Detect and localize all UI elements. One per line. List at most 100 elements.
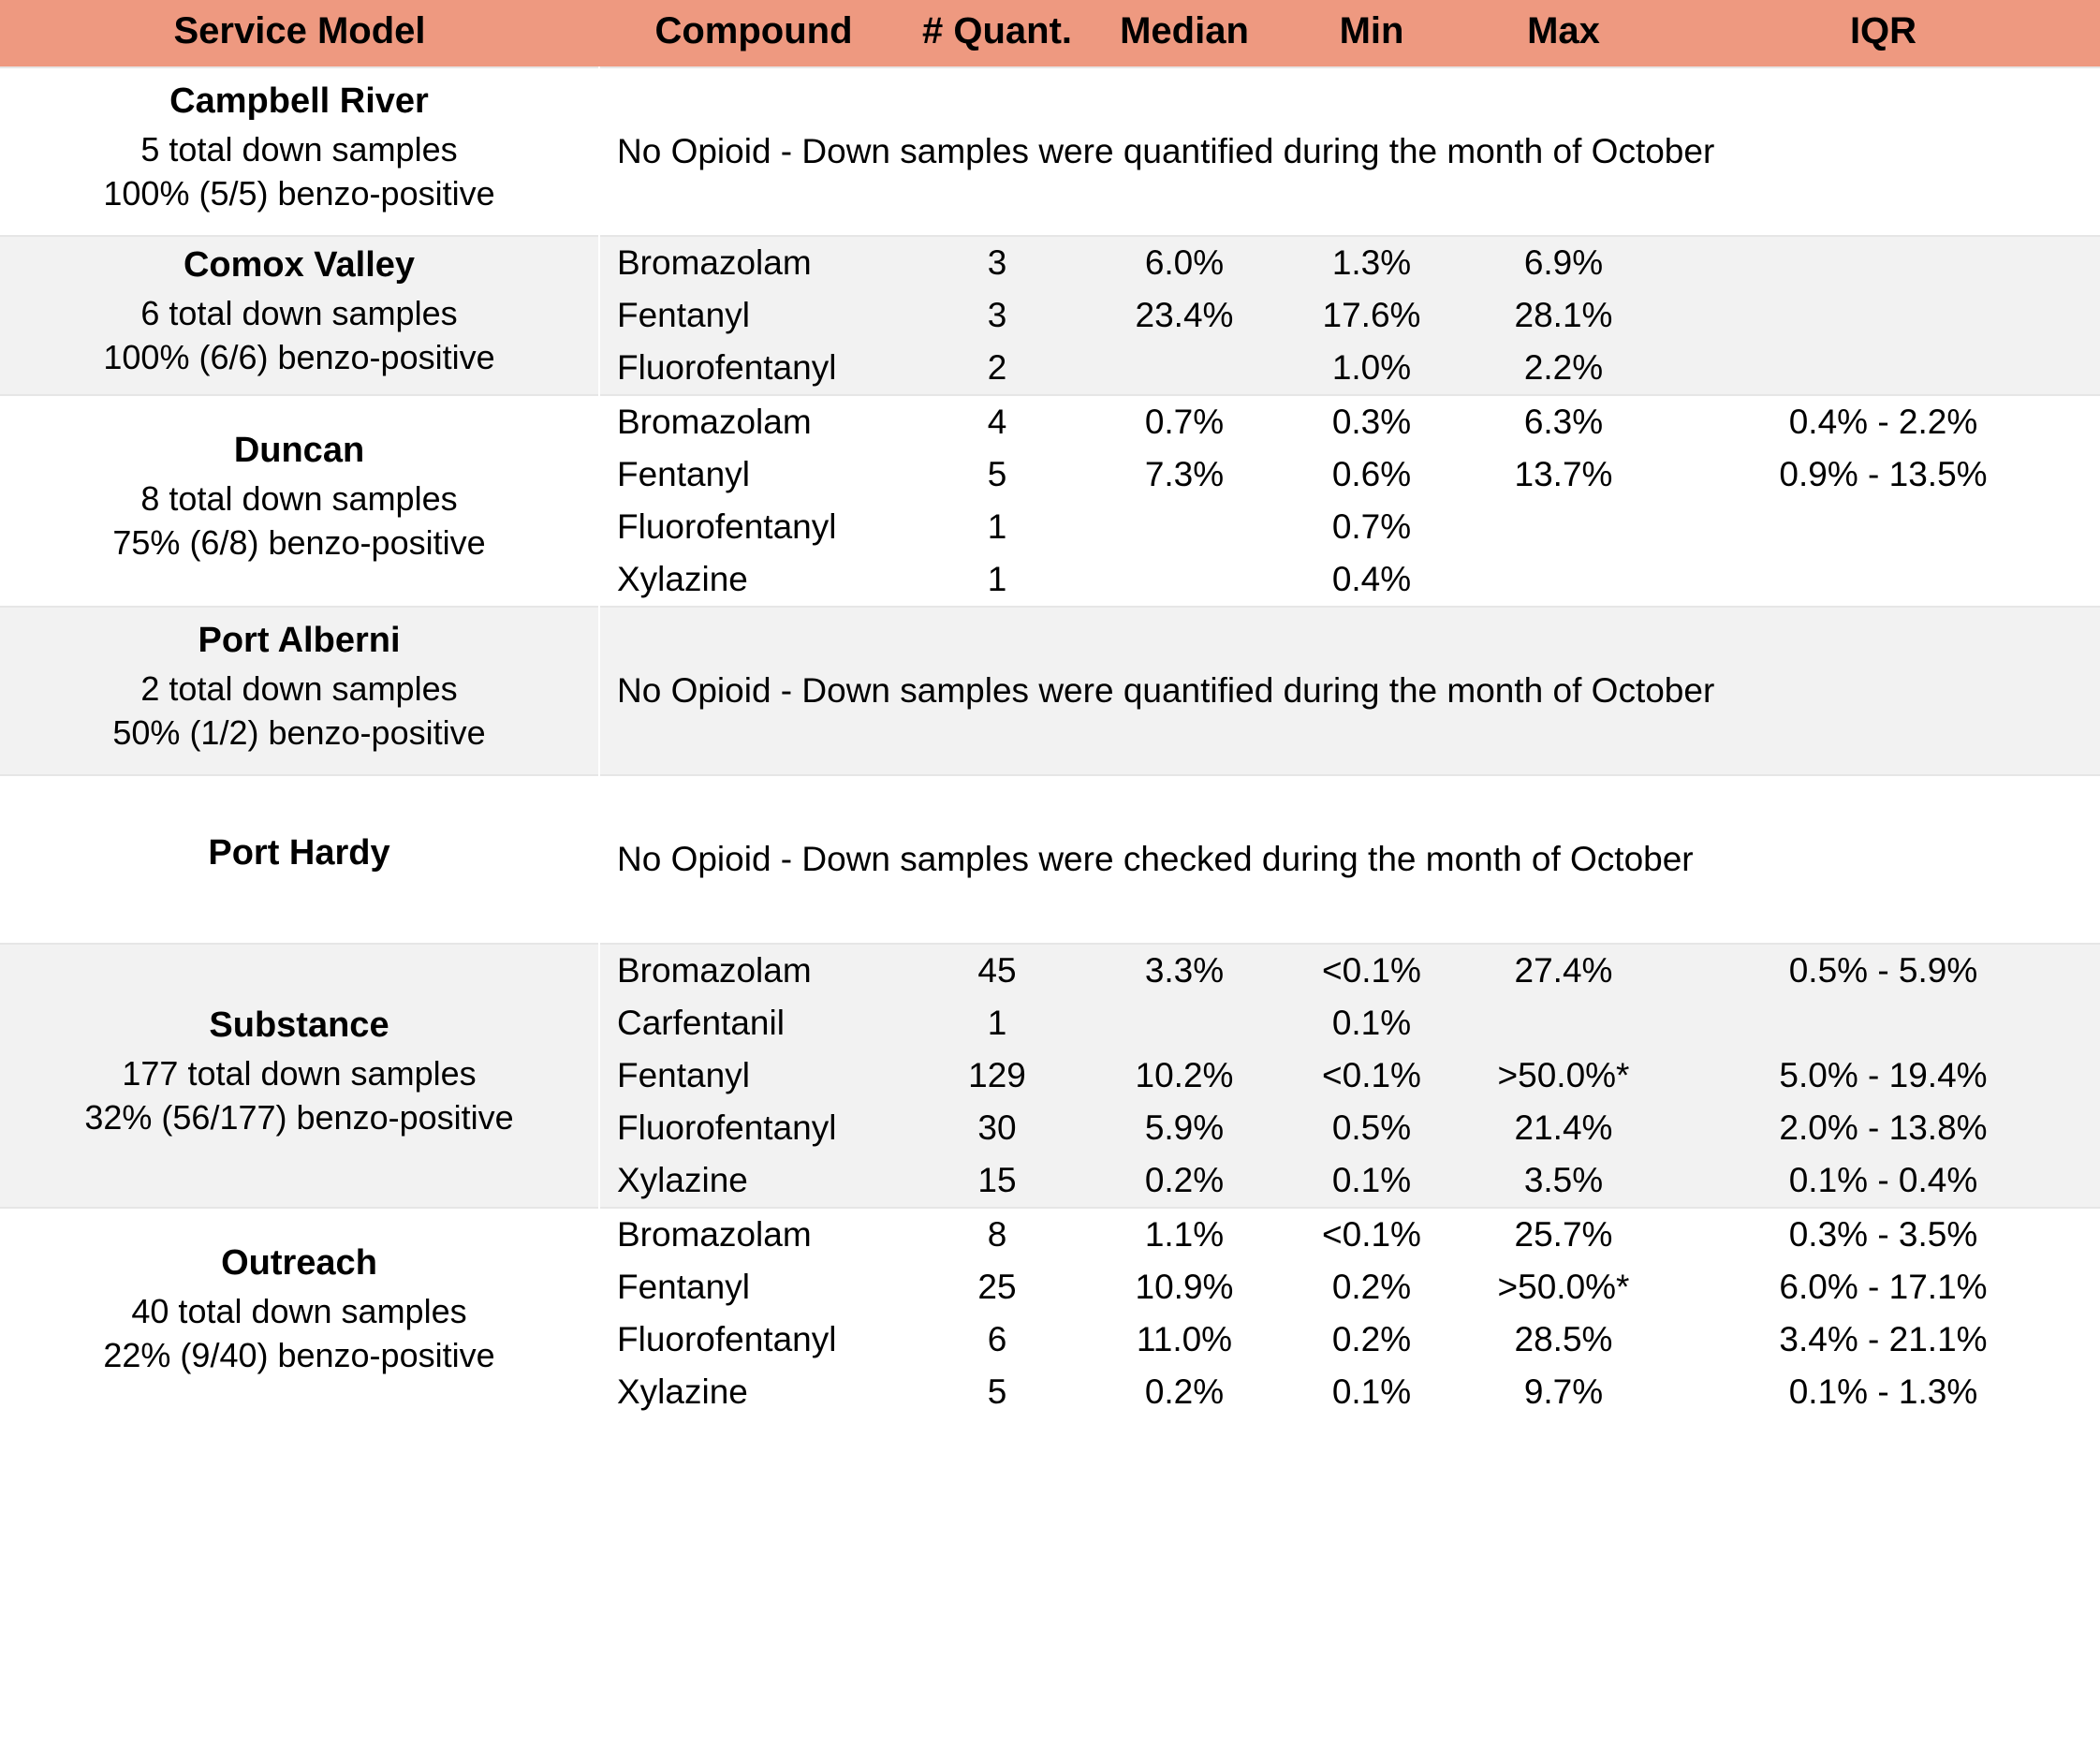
median-value: 10.2% [1086, 1049, 1283, 1102]
min-value: 1.0% [1283, 342, 1461, 395]
compound-name: Fentanyl [599, 1261, 908, 1313]
service-model-name: Port Hardy [208, 833, 390, 873]
iqr-value: 5.0% - 19.4% [1667, 1049, 2100, 1102]
min-value: <0.1% [1283, 1207, 1461, 1261]
median-value: 0.7% [1086, 394, 1283, 448]
iqr-value [1667, 553, 2100, 607]
min-value: 0.1% [1283, 997, 1461, 1049]
median-value: 1.1% [1086, 1207, 1283, 1261]
service-model-benzo-positive: 75% (6/8) benzo-positive [112, 522, 486, 562]
compound-name: Fluorofentanyl [599, 501, 908, 553]
service-model-cell: Comox Valley 6 total down samples 100% (6/… [0, 235, 600, 395]
compound-name: Fentanyl [599, 448, 908, 501]
median-value: 3.3% [1086, 943, 1283, 997]
service-model-benzo-positive: 50% (1/2) benzo-positive [112, 712, 486, 752]
service-model-cell: Duncan 8 total down samples 75% (6/8) benz… [0, 394, 600, 607]
service-model-total-samples: 8 total down samples [140, 478, 458, 518]
service-model-total-samples: 2 total down samples [140, 668, 458, 708]
table-header-row: Service Model Compound # Quant. Median M… [0, 0, 2100, 67]
min-value: 17.6% [1283, 289, 1461, 342]
service-model-cell: Port Alberni 2 total down samples 50% (1/2… [0, 606, 600, 775]
n-quant-value: 129 [908, 1049, 1086, 1102]
service-model-name: Port Alberni [198, 621, 401, 661]
n-quant-value: 1 [908, 553, 1086, 607]
service-model-benzo-positive: 32% (56/177) benzo-positive [84, 1097, 514, 1137]
compound-name: Xylazine [599, 553, 908, 607]
service-model-name: Outreach [221, 1243, 377, 1284]
max-value: 2.2% [1461, 342, 1667, 395]
compound-name: Fluorofentanyl [599, 1313, 908, 1366]
n-quant-value: 2 [908, 342, 1086, 395]
column-header-compound: Compound [599, 0, 908, 67]
median-value: 10.9% [1086, 1261, 1283, 1313]
column-header-median: Median [1086, 0, 1283, 67]
n-quant-value: 5 [908, 1366, 1086, 1418]
column-header-service-model: Service Model [0, 0, 599, 67]
iqr-value: 0.5% - 5.9% [1667, 943, 2100, 997]
table-row: Outreach 40 total down samples 22% (9/40) … [0, 1207, 2100, 1418]
table-row: Port Hardy No Opioid - Down samples were … [0, 774, 2100, 944]
service-model-total-samples: 6 total down samples [140, 293, 458, 332]
column-header-n-quant: # Quant. [908, 0, 1086, 67]
compound-name: Xylazine [599, 1366, 908, 1418]
compound-name: Fluorofentanyl [599, 1102, 908, 1154]
service-model-cell: Outreach 40 total down samples 22% (9/40) … [0, 1207, 600, 1418]
max-value: 13.7% [1461, 448, 1667, 501]
max-value: 6.9% [1461, 235, 1667, 289]
table-header: Service Model Compound # Quant. Median M… [0, 0, 2100, 67]
service-model-total-samples: 40 total down samples [131, 1291, 467, 1330]
table-row: Comox Valley 6 total down samples 100% (6/… [0, 235, 2100, 395]
service-model-benzo-positive: 100% (5/5) benzo-positive [103, 173, 495, 213]
compound-name: Bromazolam [599, 943, 908, 997]
compound-name: Bromazolam [599, 1207, 908, 1261]
n-quant-value: 6 [908, 1313, 1086, 1366]
iqr-value: 0.9% - 13.5% [1667, 448, 2100, 501]
n-quant-value: 5 [908, 448, 1086, 501]
column-header-min: Min [1283, 0, 1461, 67]
median-value: 7.3% [1086, 448, 1283, 501]
min-value: 1.3% [1283, 235, 1461, 289]
max-value: 25.7% [1461, 1207, 1667, 1261]
min-value: 0.2% [1283, 1313, 1461, 1366]
max-value [1461, 501, 1667, 553]
no-opioid-note: No Opioid - Down samples were checked du… [599, 774, 2100, 944]
service-model-name: Duncan [233, 431, 365, 471]
median-value [1086, 997, 1283, 1049]
table-body: Campbell River 5 total down samples 100% (… [0, 66, 2100, 1418]
min-value: 0.2% [1283, 1261, 1461, 1313]
median-value: 0.2% [1086, 1154, 1283, 1208]
min-value: 0.1% [1283, 1366, 1461, 1418]
iqr-value: 0.1% - 0.4% [1667, 1154, 2100, 1208]
min-value: 0.3% [1283, 394, 1461, 448]
max-value: 27.4% [1461, 943, 1667, 997]
max-value: >50.0%* [1461, 1049, 1667, 1102]
column-header-max: Max [1461, 0, 1667, 67]
median-value [1086, 342, 1283, 395]
max-value: 28.1% [1461, 289, 1667, 342]
compound-name: Fentanyl [599, 1049, 908, 1102]
service-model-cell: Substance 177 total down samples 32% (56/1… [0, 943, 600, 1208]
n-quant-value: 30 [908, 1102, 1086, 1154]
compound-name: Bromazolam [599, 394, 908, 448]
service-model-benzo-positive: 22% (9/40) benzo-positive [103, 1335, 495, 1374]
compound-name: Bromazolam [599, 235, 908, 289]
max-value: 21.4% [1461, 1102, 1667, 1154]
n-quant-value: 3 [908, 235, 1086, 289]
service-model-total-samples: 5 total down samples [140, 129, 458, 169]
median-value: 23.4% [1086, 289, 1283, 342]
iqr-value [1667, 342, 2100, 395]
median-value: 0.2% [1086, 1366, 1283, 1418]
min-value: 0.6% [1283, 448, 1461, 501]
drug-checking-results-table-container: Service Model Compound # Quant. Median M… [0, 0, 2100, 1761]
table-row: Duncan 8 total down samples 75% (6/8) benz… [0, 394, 2100, 607]
service-model-cell: Port Hardy [0, 774, 600, 944]
median-value: 5.9% [1086, 1102, 1283, 1154]
n-quant-value: 3 [908, 289, 1086, 342]
compound-name: Fluorofentanyl [599, 342, 908, 395]
compound-name: Xylazine [599, 1154, 908, 1208]
service-model-name: Comox Valley [183, 245, 416, 286]
iqr-value [1667, 997, 2100, 1049]
min-value: <0.1% [1283, 943, 1461, 997]
service-model-name: Campbell River [169, 81, 429, 122]
max-value: >50.0%* [1461, 1261, 1667, 1313]
